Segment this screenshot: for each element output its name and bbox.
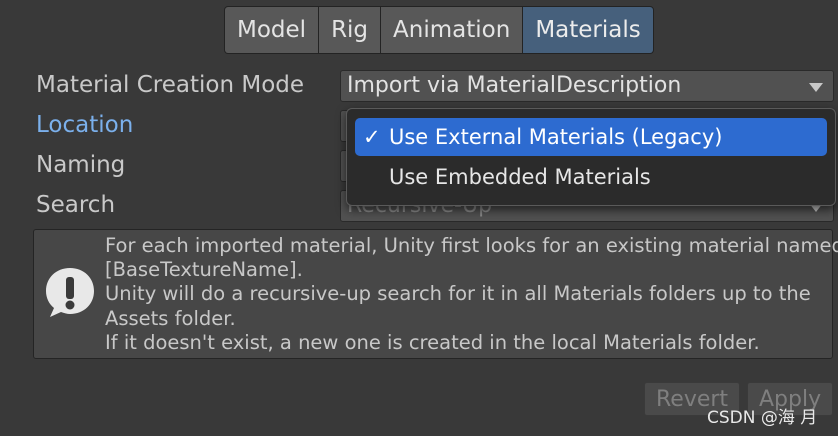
chevron-down-icon xyxy=(809,83,823,92)
help-line: [BaseTextureName]. xyxy=(105,258,303,282)
naming-label: Naming xyxy=(36,152,126,178)
option-label: Use External Materials (Legacy) xyxy=(389,125,723,149)
location-label: Location xyxy=(36,112,134,138)
location-options-popup: ✓ Use External Materials (Legacy) Use Em… xyxy=(346,108,836,206)
option-use-external-materials[interactable]: ✓ Use External Materials (Legacy) xyxy=(355,118,827,156)
material-creation-mode-label: Material Creation Mode xyxy=(36,72,305,98)
watermark: CSDN @海 月 xyxy=(707,408,818,428)
tab-animation[interactable]: Animation xyxy=(381,7,524,53)
checkmark-icon: ✓ xyxy=(363,125,381,149)
importer-tab-bar: Model Rig Animation Materials xyxy=(224,6,654,54)
search-label: Search xyxy=(36,192,116,218)
material-creation-mode-value: Import via MaterialDescription xyxy=(347,73,682,98)
tab-model[interactable]: Model xyxy=(225,7,320,53)
help-box: For each imported material, Unity first … xyxy=(33,229,838,359)
help-line: Unity will do a recursive-up search for … xyxy=(105,282,811,306)
exclamation-bubble-icon xyxy=(46,268,94,317)
tab-rig[interactable]: Rig xyxy=(319,7,382,53)
help-line: Assets folder. xyxy=(105,306,236,330)
help-line: For each imported material, Unity first … xyxy=(105,234,838,257)
option-use-embedded-materials[interactable]: Use Embedded Materials xyxy=(355,158,827,196)
help-line: If it doesn't exist, a new one is create… xyxy=(105,330,760,354)
tab-materials[interactable]: Materials xyxy=(523,7,653,53)
material-creation-mode-dropdown[interactable]: Import via MaterialDescription xyxy=(340,70,834,102)
option-label: Use Embedded Materials xyxy=(389,165,651,189)
help-text: For each imported material, Unity first … xyxy=(105,234,838,355)
